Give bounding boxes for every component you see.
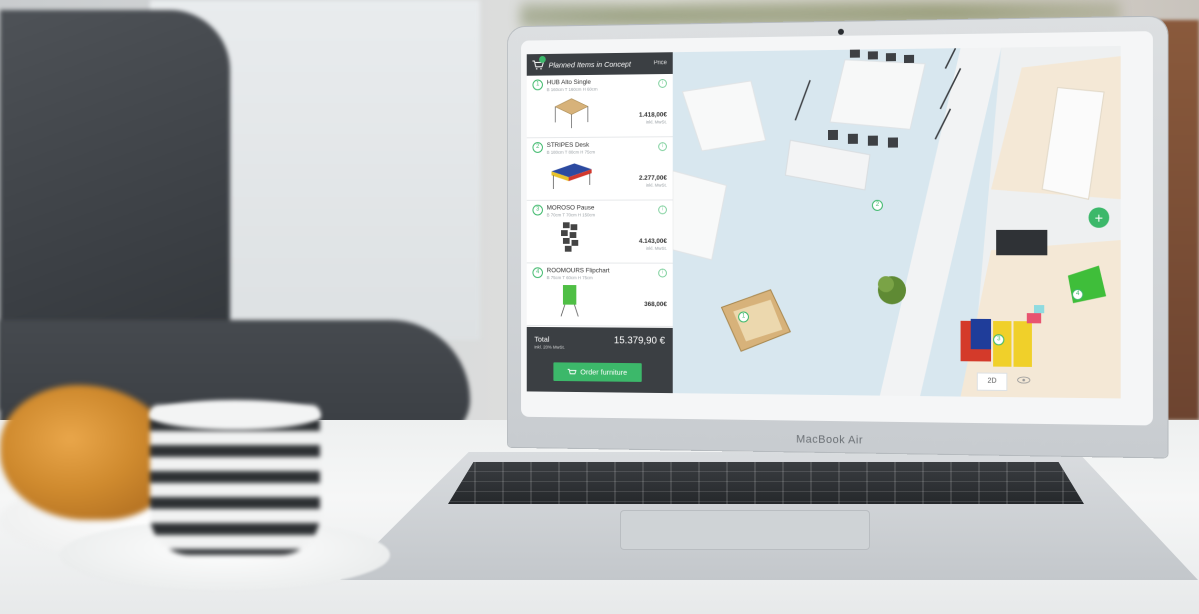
sidebar-title: Planned Items in Concept [548,59,632,70]
shelf [682,81,765,151]
list-item[interactable]: 2 STRIPES Desk B 180cm T 80cm H 75cm i 2… [526,137,673,201]
planned-items-sidebar: Planned Items in Concept Price 1 HUB Alt… [526,52,673,394]
item-dimensions: B 160cm T 160cm H 60cm [546,86,598,93]
eye-icon [1017,376,1031,384]
price-column-header: Price [653,60,667,67]
add-button[interactable]: + [1088,207,1110,228]
item-dimensions: B 70cm T 70cm H 150cm [546,212,596,218]
cart-icon[interactable] [532,55,546,70]
view-2d-button[interactable]: 2D [976,372,1008,392]
cup-rim [150,400,320,430]
item-price: 4.143,00€ [638,237,667,245]
item-vat-note: inkl. MwSt. [645,245,667,251]
item-name: HUB Alto Single [546,78,591,87]
marker-1[interactable]: 1 [738,311,749,323]
laptop-keyboard [448,462,1084,504]
total-value: 15.379,90 € [613,335,665,347]
item-name: ROOMOURS Flipchart [546,267,610,275]
order-button-label: Order furniture [580,367,628,377]
total-vat-note: inkl. 20% MwSt. [534,344,565,350]
furniture-thumbnail [548,285,596,318]
info-icon[interactable]: i [658,268,667,278]
info-icon[interactable]: i [658,78,667,88]
info-icon[interactable]: i [658,205,667,215]
item-vat-note: inkl. MwSt. [645,119,667,125]
item-number: 2 [532,142,543,153]
laptop-brand-label: MacBook Air [796,433,864,447]
shelf [673,171,727,260]
marker-2[interactable]: 2 [871,199,883,211]
sofa [996,229,1048,256]
info-icon[interactable]: i [658,142,667,152]
marker-3[interactable]: 3 [993,334,1005,346]
laptop-screen: Planned Items in Concept Price 1 HUB Alt… [526,45,1121,399]
camera-icon [837,28,844,35]
cart-badge [539,55,546,63]
item-price: 2.277,00€ [638,174,667,182]
item-dimensions: B 75cm T 60cm H 75cm [546,275,593,281]
item-number: 1 [532,79,543,91]
item-number: 3 [532,204,543,216]
list-item[interactable]: 1 HUB Alto Single B 160cm T 160cm H 60cm… [526,73,673,139]
item-price: 1.418,00€ [638,111,667,119]
sidebar-header: Planned Items in Concept Price [526,52,673,76]
item-number: 4 [532,267,543,279]
list-item[interactable]: 3 MOROSO Pause B 70cm T 70cm H 150cm i 4… [526,200,673,264]
list-item[interactable]: 4 ROOMOURS Flipchart B 75cm T 60cm H 75c… [526,263,673,327]
order-furniture-button[interactable]: Order furniture [553,362,642,382]
furniture-thumbnail [551,163,592,192]
total-box: Total inkl. 20% MwSt. 15.379,90 € Order … [526,326,673,394]
shelf [785,140,870,190]
plant-leaves [877,276,894,293]
item-dimensions: B 180cm T 80cm H 75cm [546,149,596,155]
furniture-thumbnail [561,222,579,252]
view-3d-button[interactable] [1009,373,1038,390]
laptop-trackpad [620,510,870,550]
item-price: 368,00€ [644,301,667,309]
floor-plan-drawing [673,45,1121,399]
furniture-thumbnail [548,93,596,131]
cart-icon [568,368,577,376]
floor-plan-3d-view[interactable]: 1 2 3 4 + 2D [673,45,1121,399]
item-name: MOROSO Pause [546,204,595,212]
conference-table[interactable] [830,59,925,130]
marker-4[interactable]: 4 [1072,288,1084,301]
item-vat-note: inkl. MwSt. [645,182,667,188]
item-name: STRIPES Desk [546,141,590,149]
laptop-lid: Planned Items in Concept Price 1 HUB Alt… [507,16,1168,458]
total-label: Total [534,334,550,344]
